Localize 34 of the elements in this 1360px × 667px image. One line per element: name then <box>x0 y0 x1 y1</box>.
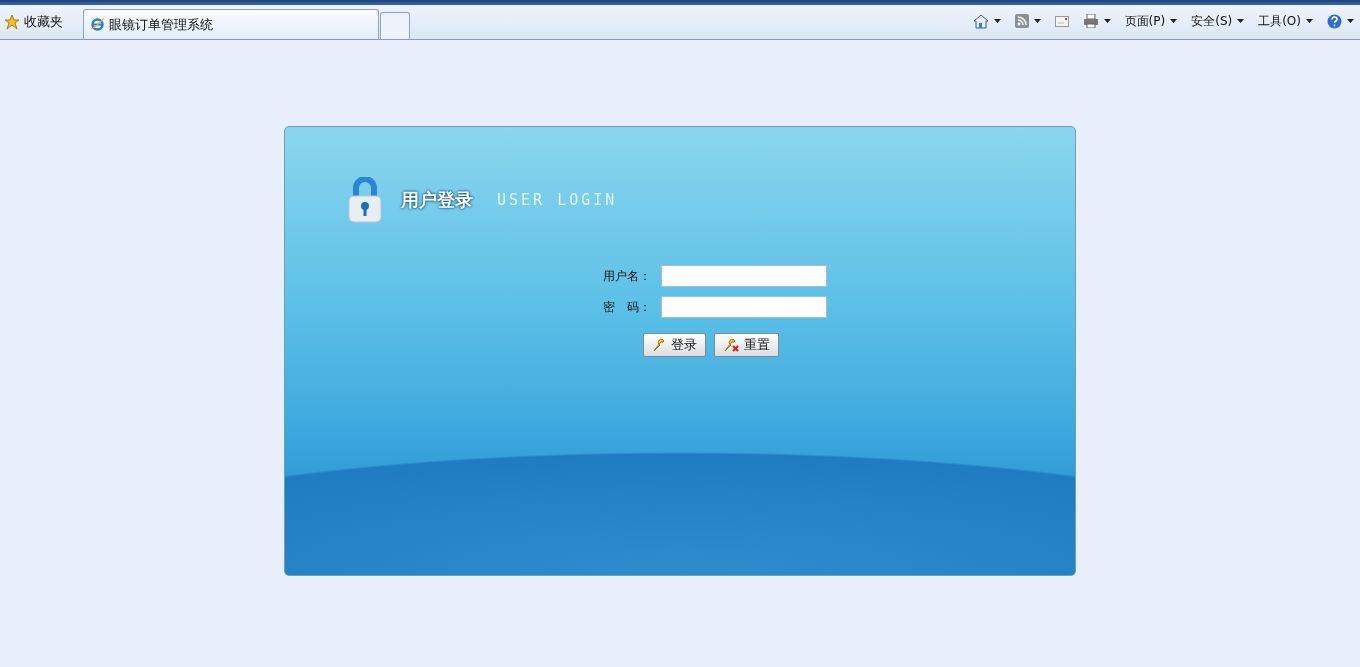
feed-icon <box>1014 14 1029 28</box>
help-button[interactable] <box>1327 13 1354 29</box>
reset-button[interactable]: 重置 <box>714 333 779 357</box>
caret-icon <box>993 19 1001 23</box>
menu-button[interactable]: 工具(O) <box>1258 12 1313 30</box>
caret-icon <box>1033 19 1041 23</box>
printer-icon <box>1082 14 1099 28</box>
login-button[interactable]: 登录 <box>643 333 706 357</box>
input-field[interactable] <box>661 265 827 287</box>
caret-icon <box>1103 19 1111 23</box>
caret-icon <box>1237 19 1245 23</box>
feed-button[interactable] <box>1014 14 1041 28</box>
star-icon <box>4 14 20 30</box>
login-subtitle: USER LOGIN <box>497 191 618 209</box>
menu-button[interactable]: 安全(S) <box>1191 12 1245 30</box>
menu-button[interactable]: 页面(P) <box>1124 12 1178 30</box>
input-field[interactable] <box>661 296 827 318</box>
help-icon <box>1327 13 1342 29</box>
browser-tab[interactable]: 眼镜订单管理系统 <box>83 9 379 39</box>
login-title: 用户登录 <box>401 188 473 212</box>
mail-icon <box>1054 15 1069 27</box>
mail-button[interactable] <box>1054 15 1069 27</box>
key-delete-icon <box>723 337 741 353</box>
caret-icon <box>1306 19 1313 23</box>
print-button[interactable] <box>1082 14 1111 28</box>
caret-icon <box>1347 19 1354 23</box>
browser-icon <box>90 17 105 32</box>
home-button[interactable] <box>972 13 1001 29</box>
favorites-button[interactable]: 收藏夹 <box>0 5 83 39</box>
field-label: 密 码： <box>603 298 649 316</box>
padlock-icon <box>347 177 383 223</box>
home-icon <box>972 13 989 29</box>
field-label: 用户名： <box>603 267 649 285</box>
caret-icon <box>1170 19 1178 23</box>
